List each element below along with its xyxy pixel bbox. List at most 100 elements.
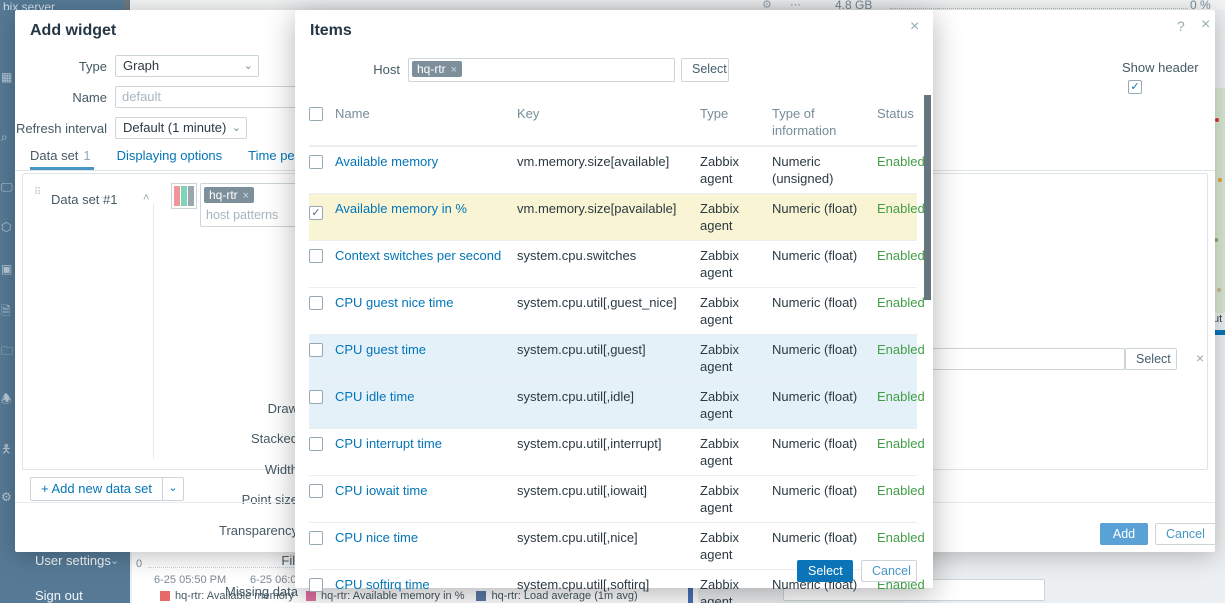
item-name-link[interactable]: CPU guest nice time — [335, 295, 454, 310]
monitoring-icon[interactable]: 🖵 — [1, 180, 15, 196]
host-chip: hq-rtr× — [412, 61, 462, 77]
table-row: CPU guest timesystem.cpu.util[,guest]Zab… — [309, 334, 917, 381]
item-row-remove-icon[interactable]: × — [1196, 350, 1204, 366]
chevron-down-icon: ⌄ — [110, 554, 119, 567]
show-header-checkbox[interactable]: ✓ — [1128, 80, 1142, 94]
row-checkbox[interactable] — [309, 390, 323, 404]
administration-icon[interactable]: ⚙ — [1, 490, 15, 506]
tab-data-set[interactable]: Data set1 — [30, 148, 91, 163]
column-header: Type of information — [772, 100, 877, 145]
items-modal: Items × Host hq-rtr× Select NameKeyTypeT… — [295, 10, 933, 588]
refresh-interval-select[interactable]: Default (1 minute)⌄ — [115, 117, 247, 139]
field-label-width: Width — [148, 462, 298, 477]
item-name-link[interactable]: CPU idle time — [335, 389, 414, 404]
item-key: system.cpu.util[,guest_nice] — [517, 288, 700, 334]
item-key: system.cpu.util[,iowait] — [517, 476, 700, 522]
add-button[interactable]: Add — [1100, 523, 1148, 545]
host-label: Host — [320, 62, 400, 77]
data-set-title: Data set #1 — [51, 192, 118, 207]
data-collection-icon[interactable]: 🗀 — [1, 342, 15, 358]
item-name-link[interactable]: Available memory in % — [335, 201, 467, 216]
services-icon[interactable]: ⬡ — [1, 220, 15, 236]
tab-displaying-options[interactable]: Displaying options — [117, 148, 223, 163]
row-checkbox[interactable] — [309, 484, 323, 498]
modal-title: Items — [310, 22, 352, 40]
row-checkbox[interactable] — [309, 437, 323, 451]
select-button[interactable]: Select — [797, 560, 853, 582]
drag-handle-icon[interactable]: ⠿ — [34, 190, 42, 195]
alerts-icon[interactable]: 🕭 — [1, 390, 15, 406]
column-header: Type — [700, 100, 772, 145]
scrollbar-thumb[interactable] — [924, 95, 931, 300]
users-icon[interactable]: 🯅 — [1, 440, 15, 456]
table-row: Context switches per secondsystem.cpu.sw… — [309, 240, 917, 287]
collapse-icon[interactable]: ˄ — [143, 192, 149, 204]
item-type: Zabbix agent — [700, 241, 772, 287]
type-select[interactable]: Graph⌄ — [115, 55, 259, 77]
cancel-button[interactable]: Cancel — [861, 560, 917, 582]
field-label-transparency: Transparency — [148, 523, 298, 538]
status-badge: Enabled — [877, 194, 931, 240]
select-all-checkbox[interactable] — [309, 107, 323, 121]
row-checkbox[interactable] — [309, 249, 323, 263]
inventory-icon[interactable]: ▣ — [1, 262, 15, 278]
item-type: Zabbix agent — [700, 147, 772, 193]
item-name-link[interactable]: Available memory — [335, 154, 438, 169]
field-label-missing-data: Missing data — [148, 584, 298, 599]
row-checkbox[interactable]: ✓ — [309, 206, 323, 220]
table-row: CPU guest nice time system.cpu.util[,gues… — [309, 287, 917, 334]
item-type: Zabbix agent — [700, 194, 772, 240]
chevron-down-icon: ⌄ — [232, 121, 241, 134]
item-name-link[interactable]: CPU guest time — [335, 342, 426, 357]
table-row: Available memory vm.memory.size[available… — [309, 146, 917, 193]
table-row: CPU interrupt time system.cpu.util[,inter… — [309, 428, 917, 475]
item-type: Zabbix agent — [700, 570, 772, 603]
item-name-link[interactable]: CPU iowait time — [335, 483, 427, 498]
item-type: Zabbix agent — [700, 476, 772, 522]
item-name-link[interactable]: CPU softirq time — [335, 577, 430, 592]
data-set-color-swatch[interactable] — [171, 183, 197, 209]
item-name-link[interactable]: CPU nice time — [335, 530, 418, 545]
chip-remove-icon[interactable]: × — [243, 190, 249, 202]
host-chip: hq-rtr× — [204, 187, 254, 203]
status-badge: Enabled — [877, 335, 931, 381]
item-type-of-information: Numeric (float) — [772, 382, 877, 428]
sidebar-item-sign-out[interactable]: Sign out — [35, 588, 83, 603]
add-data-set-dropdown-button[interactable]: ⌄ — [162, 477, 184, 501]
column-header: Key — [517, 100, 700, 145]
host-multiselect[interactable]: hq-rtr× — [408, 58, 675, 82]
column-header: Name — [335, 100, 517, 145]
chip-remove-icon[interactable]: × — [451, 64, 457, 76]
row-checkbox[interactable] — [309, 155, 323, 169]
status-badge: Enabled — [877, 476, 931, 522]
close-icon[interactable]: × — [910, 18, 919, 36]
dashboard-topbar: ⚙ ⋯ 4.8 GB 0 % — [130, 0, 1225, 10]
item-name-link[interactable]: Context switches per second — [335, 248, 501, 263]
tab-time-period[interactable]: Time period — [248, 148, 298, 163]
item-type-of-information: Numeric (float) — [772, 241, 877, 287]
item-name-link[interactable]: CPU interrupt time — [335, 436, 442, 451]
cancel-button[interactable]: Cancel — [1155, 523, 1216, 545]
item-patterns-select-button[interactable]: Select — [1125, 348, 1177, 370]
item-key: vm.memory.size[available] — [517, 147, 700, 193]
table-row: CPU iowait time system.cpu.util[,iowait]Z… — [309, 475, 917, 522]
item-key: vm.memory.size[pavailable] — [517, 194, 700, 240]
help-icon[interactable]: ? — [1177, 18, 1185, 34]
item-type: Zabbix agent — [700, 382, 772, 428]
refresh-interval-label: Refresh interval — [0, 121, 107, 136]
sidebar-item-user-settings[interactable]: User settings — [35, 553, 111, 568]
row-checkbox[interactable] — [309, 296, 323, 310]
row-checkbox[interactable] — [309, 578, 323, 592]
item-key: system.cpu.util[,interrupt] — [517, 429, 700, 475]
name-label: Name — [0, 90, 107, 105]
row-checkbox[interactable] — [309, 343, 323, 357]
reports-icon[interactable]: 🗎 — [1, 302, 15, 318]
add-new-data-set-button[interactable]: + Add new data set — [30, 477, 162, 501]
status-badge: Enabled — [877, 288, 931, 334]
status-badge: Enabled — [877, 429, 931, 475]
status-badge: Enabled — [877, 147, 931, 193]
row-checkbox[interactable] — [309, 531, 323, 545]
item-type-of-information: Numeric (unsigned) — [772, 147, 877, 193]
host-select-button[interactable]: Select — [681, 58, 729, 82]
close-icon[interactable]: × — [1201, 16, 1210, 34]
